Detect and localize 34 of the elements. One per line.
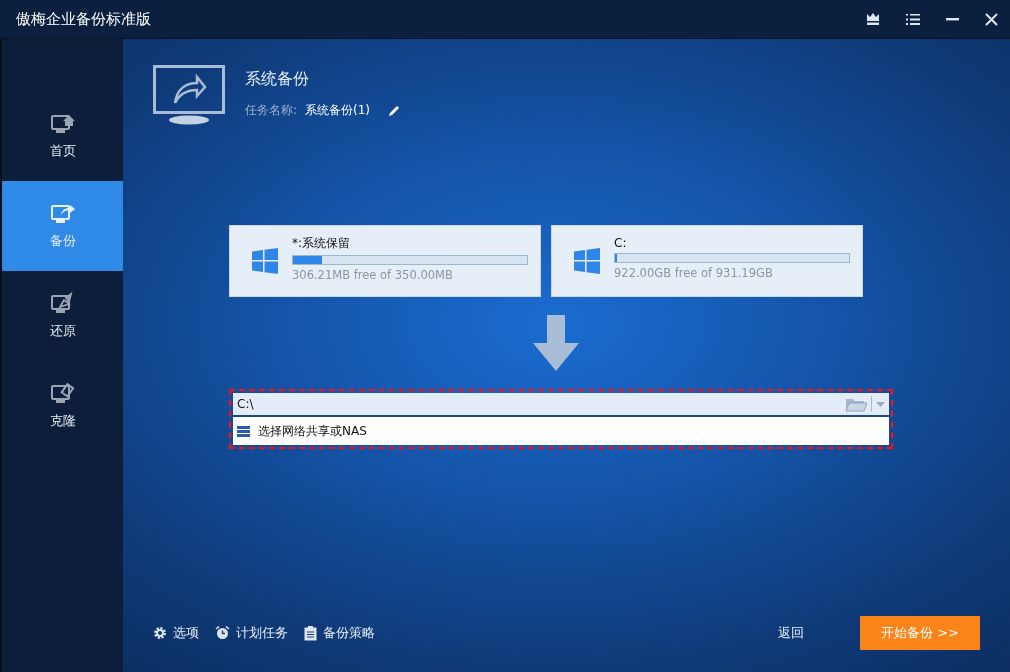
network-share-option[interactable]: 选择网络共享或NAS: [233, 417, 889, 445]
window-title: 傲梅企业备份标准版: [16, 9, 152, 29]
down-arrow-icon: [533, 315, 579, 371]
partition-card[interactable]: *:系统保留 306.21MB free of 350.00MB: [229, 225, 541, 297]
free-space-text: 306.21MB free of 350.00MB: [292, 267, 454, 282]
sidebar-item[interactable]: 克隆: [2, 361, 123, 451]
footer-link[interactable]: 备份策略: [304, 624, 375, 642]
partition-name: C:: [614, 236, 628, 250]
task-name-value: 系统备份(1): [305, 102, 371, 119]
sidebar-item[interactable]: 还原: [2, 271, 123, 361]
footer-link[interactable]: 计划任务: [215, 624, 288, 642]
pencil-icon[interactable]: [388, 104, 401, 117]
close-icon[interactable]: [985, 12, 998, 26]
minimize-icon[interactable]: [946, 17, 959, 21]
alarm-clock-icon: [215, 626, 230, 640]
backup-icon: [48, 202, 77, 226]
task-title: 系统备份: [245, 69, 310, 90]
free-space-text: 922.00GB free of 931.19GB: [614, 266, 774, 280]
menu-icon[interactable]: [906, 13, 920, 25]
clipboard-icon: [304, 625, 317, 641]
monitor-share-icon: [153, 65, 225, 125]
clone-icon: [48, 382, 77, 406]
task-name-label: 任务名称:: [245, 102, 298, 119]
footer-link[interactable]: 选项: [153, 624, 199, 642]
server-icon: [237, 425, 250, 437]
partition-name: *:系统保留: [292, 234, 352, 252]
windows-logo-icon: [252, 248, 278, 274]
back-link[interactable]: 返回: [778, 624, 804, 642]
home-icon: [48, 112, 77, 136]
sidebar-item[interactable]: 首页: [2, 91, 123, 181]
windows-logo-icon: [574, 248, 600, 274]
partition-card[interactable]: C: 922.00GB free of 931.19GB: [551, 225, 863, 297]
settings-icon: [153, 626, 167, 640]
crown-icon[interactable]: [866, 13, 880, 25]
